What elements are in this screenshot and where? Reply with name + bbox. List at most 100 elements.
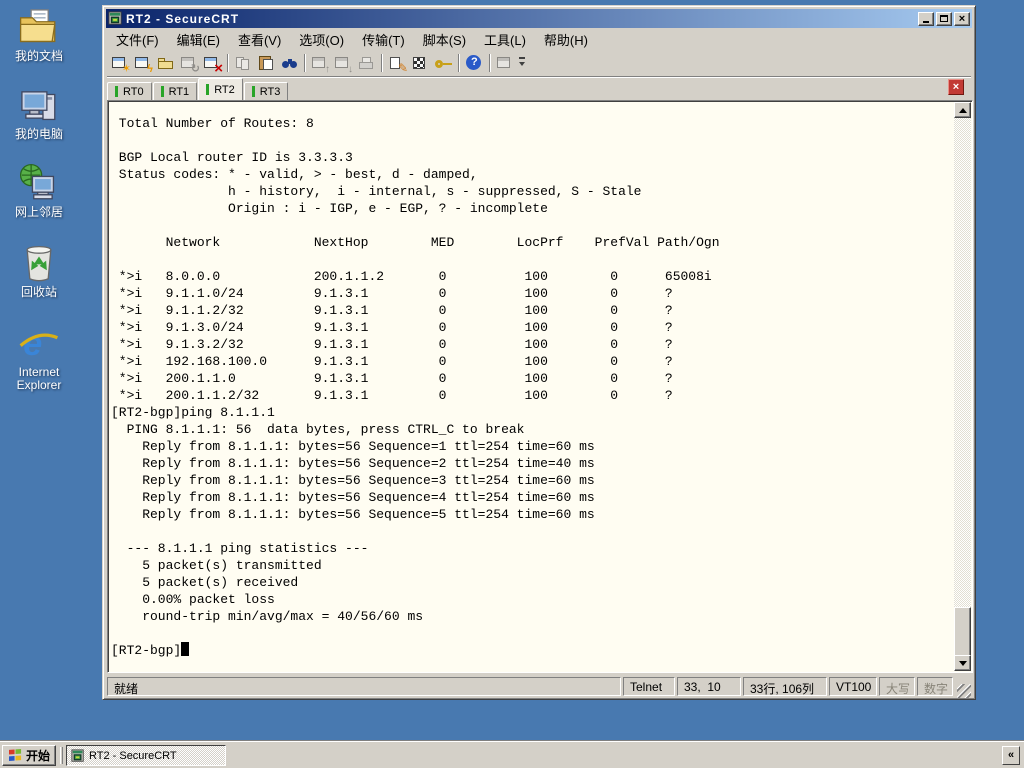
menu-transfer[interactable]: 传输(T) (353, 28, 414, 51)
help-icon[interactable] (463, 52, 486, 74)
desktop: { "desktop": { "icons": [ { "name": "my-… (0, 0, 1024, 768)
menu-options[interactable]: 选项(O) (290, 28, 353, 51)
taskbar-divider (60, 747, 63, 764)
tab-connected-indicator (251, 86, 255, 97)
reconnect-glyph (180, 55, 200, 75)
tab-bar: RT0 RT1 RT2 RT3 × (107, 77, 971, 100)
disconnect-glyph (203, 55, 223, 77)
tray-chevron-button[interactable]: « (1002, 746, 1020, 765)
scrollbar-thumb[interactable] (954, 607, 971, 658)
tab-connected-indicator (206, 84, 210, 95)
reconnect-icon[interactable] (178, 52, 201, 75)
terminal-line: *>i 192.168.100.0 9.1.3.1 0 100 0 ? (111, 354, 673, 369)
session-window-icon[interactable] (494, 52, 517, 74)
connect-icon[interactable] (155, 52, 178, 74)
svg-text:e: e (23, 325, 42, 363)
tab-label: RT1 (168, 85, 190, 98)
session-options-icon[interactable] (386, 52, 409, 75)
toolbar-separator (227, 54, 229, 72)
desktop-icon-label: 我的电脑 (14, 127, 63, 141)
menu-help[interactable]: 帮助(H) (535, 28, 597, 51)
tab-label: RT3 (259, 85, 281, 98)
terminal-line: Origin : i - IGP, e - EGP, ? - incomplet… (111, 201, 548, 216)
desktop-icon-my-documents[interactable]: 我的文档 (2, 6, 76, 63)
connect-glyph (157, 55, 176, 72)
scroll-down-button[interactable] (954, 655, 971, 671)
terminal-line: *>i 200.1.1.0 9.1.3.1 0 100 0 ? (111, 371, 673, 386)
terminal-screen[interactable]: Total Number of Routes: 8 BGP Local rout… (109, 102, 954, 671)
terminal-cursor (181, 642, 190, 656)
find-icon[interactable] (278, 52, 301, 74)
securecrt-task-icon (71, 748, 84, 762)
menu-view[interactable]: 查看(V) (229, 28, 290, 51)
terminal-line: BGP Local router ID is 3.3.3.3 (111, 150, 353, 165)
disconnect-icon[interactable] (201, 52, 224, 77)
new-session-icon[interactable] (109, 52, 132, 75)
status-bar: 就绪 Telnet 33, 10 33行, 106列 VT100 大写 数字 (107, 675, 971, 698)
scroll-up-button[interactable] (954, 102, 971, 118)
quick-connect-glyph (134, 55, 153, 75)
toolbar-separator (381, 54, 383, 72)
toolbar-overflow-button[interactable] (517, 52, 528, 74)
key-icon[interactable] (432, 52, 455, 74)
terminal-line: [RT2-bgp]ping 8.1.1.1 (111, 405, 275, 420)
tab-connected-indicator (160, 86, 164, 97)
menu-edit[interactable]: 编辑(E) (168, 28, 229, 51)
paste-icon[interactable] (255, 52, 278, 74)
minimize-button[interactable] (918, 11, 934, 26)
tab-rt2[interactable]: RT2 (198, 78, 243, 100)
zmodem-upload-glyph (311, 55, 330, 75)
terminal-line: round-trip min/avg/max = 40/56/60 ms (111, 609, 424, 624)
desktop-icon-my-computer[interactable]: 我的电脑 (2, 84, 76, 141)
recycle-bin-icon (26, 245, 52, 282)
menu-tools[interactable]: 工具(L) (475, 28, 535, 51)
zmodem-upload-icon[interactable] (309, 52, 332, 75)
terminal-line: *>i 9.1.1.2/32 9.1.3.1 0 100 0 ? (111, 303, 673, 318)
status-ready: 就绪 (107, 677, 621, 696)
desktop-icon-label: 回收站 (20, 285, 57, 299)
tab-label: RT0 (123, 85, 144, 98)
zmodem-download-icon[interactable] (332, 52, 355, 75)
terminal-area[interactable]: Total Number of Routes: 8 BGP Local rout… (107, 100, 973, 673)
terminal-prompt: [RT2-bgp] (111, 643, 182, 658)
start-button[interactable]: 开始 (2, 745, 56, 766)
maximize-button[interactable] (936, 11, 952, 26)
print-icon[interactable] (355, 52, 378, 74)
find-glyph (280, 55, 299, 72)
tab-rt3[interactable]: RT3 (243, 82, 289, 100)
desktop-icon-label: Internet Explorer (16, 365, 62, 392)
desktop-icon-internet-explorer[interactable]: e Internet Explorer (2, 322, 76, 392)
keymap-icon[interactable] (409, 52, 432, 74)
desktop-icon-label: 我的文档 (14, 49, 63, 63)
resize-grip[interactable] (957, 684, 971, 698)
terminal-line: Status codes: * - valid, > - best, d - d… (111, 167, 478, 182)
taskbar-task-securecrt[interactable]: RT2 - SecureCRT (66, 745, 226, 766)
copy-glyph (234, 55, 253, 72)
vertical-scrollbar[interactable] (954, 102, 971, 671)
tab-connected-indicator (115, 86, 118, 97)
menu-script[interactable]: 脚本(S) (414, 28, 475, 51)
toolbar-separator (458, 54, 460, 72)
menu-file[interactable]: 文件(F) (107, 28, 168, 51)
tab-rt0[interactable]: RT0 (107, 82, 152, 100)
quick-connect-icon[interactable] (132, 52, 155, 75)
key-glyph (434, 55, 453, 72)
close-button[interactable]: × (954, 11, 970, 26)
toolbar (107, 50, 971, 77)
maximize-icon (940, 15, 948, 22)
tab-rt1[interactable]: RT1 (152, 82, 198, 100)
desktop-icon-recycle-bin[interactable]: 回收站 (2, 242, 76, 299)
tab-close-button[interactable]: × (948, 79, 964, 95)
scroll-up-icon (958, 107, 967, 113)
close-icon: × (958, 12, 966, 25)
title-bar[interactable]: RT2 - SecureCRT × (106, 9, 972, 28)
desktop-icon-network-places[interactable]: 网上邻居 (2, 162, 76, 219)
my-documents-icon (19, 9, 56, 43)
status-screen-size: 33行, 106列 (743, 677, 827, 696)
copy-icon[interactable] (232, 52, 255, 74)
session-options-glyph (388, 55, 408, 75)
